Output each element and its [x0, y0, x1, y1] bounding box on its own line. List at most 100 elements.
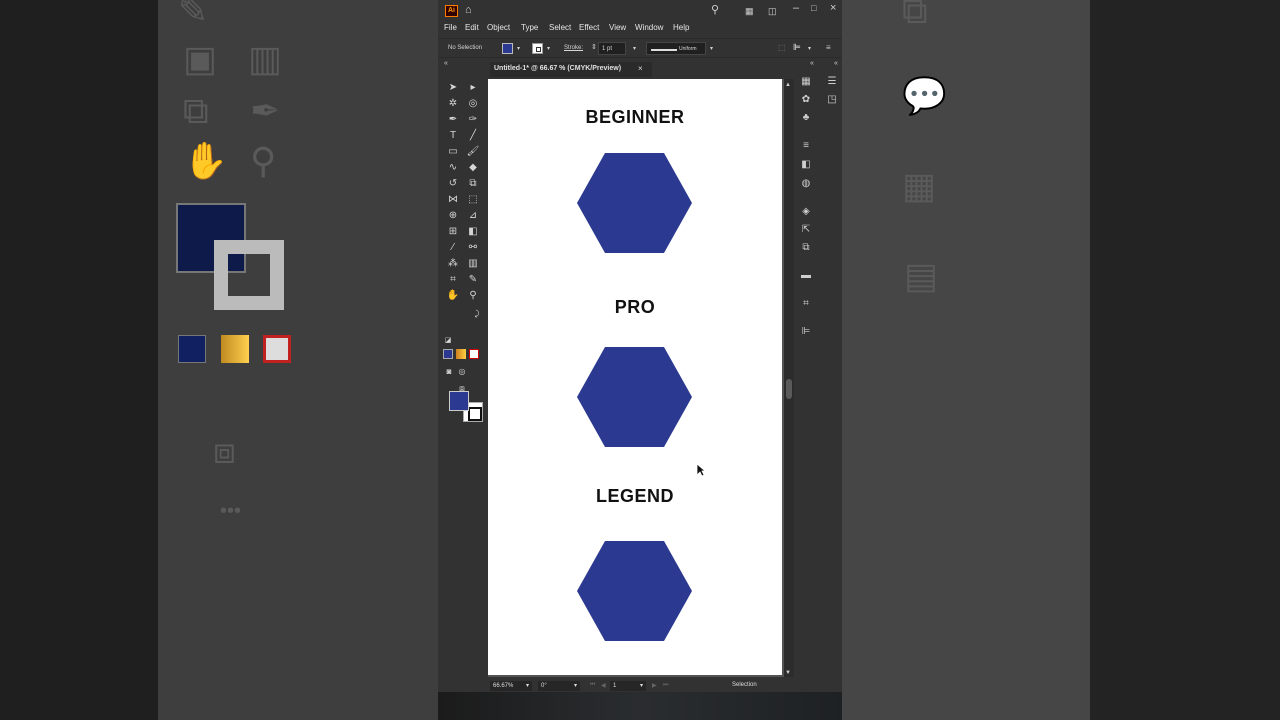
collapse-dock-icon[interactable]: «: [810, 58, 814, 70]
menu-select[interactable]: Select: [549, 23, 571, 32]
canvas[interactable]: BEGINNER PRO LEGEND ▲ ▼: [488, 79, 794, 677]
scroll-up-icon[interactable]: ▲: [785, 79, 791, 91]
hexagon-legend[interactable]: [577, 541, 692, 641]
transform-icon[interactable]: ⬚: [778, 43, 786, 52]
artboard[interactable]: BEGINNER PRO LEGEND: [488, 79, 782, 675]
align-icon[interactable]: ⊫: [793, 42, 801, 53]
blend-tool-icon[interactable]: ⚯: [465, 241, 481, 255]
menu-window[interactable]: Window: [635, 23, 663, 32]
fill-swatch[interactable]: [502, 43, 513, 54]
hand-tool-icon[interactable]: ✋: [445, 289, 461, 303]
gradient-panel-icon[interactable]: ◧: [799, 158, 813, 172]
transparency-panel-icon[interactable]: ◍: [799, 177, 813, 191]
workspace-icon[interactable]: ◫: [768, 5, 777, 17]
libraries-panel-icon[interactable]: ◳: [825, 93, 839, 107]
collapse-toolbar-icon[interactable]: «: [444, 58, 448, 70]
rectangle-tool-icon[interactable]: ▭: [445, 145, 461, 159]
shaper-tool-icon[interactable]: ∿: [445, 161, 461, 175]
menu-view[interactable]: View: [609, 23, 626, 32]
eyedropper-tool-icon[interactable]: ⁄: [445, 241, 461, 255]
stroke-swatch[interactable]: [532, 43, 543, 54]
artboards-panel-icon[interactable]: ⌗: [799, 297, 813, 311]
zoom-tool-icon[interactable]: ⚲: [465, 289, 481, 303]
line-tool-icon[interactable]: ╱: [465, 129, 481, 143]
home-icon[interactable]: ⌂: [465, 4, 472, 16]
type-tool-icon[interactable]: T: [445, 129, 461, 143]
graph-tool-icon[interactable]: ▥: [465, 257, 481, 271]
menu-edit[interactable]: Edit: [465, 23, 479, 32]
paintbrush-tool-icon[interactable]: 🖌: [465, 145, 481, 159]
collapse-dock2-icon[interactable]: «: [834, 58, 838, 70]
width-tool-icon[interactable]: ⋈: [445, 193, 461, 207]
stroke-panel-icon[interactable]: ≡: [799, 139, 813, 153]
menu-file[interactable]: File: [444, 23, 457, 32]
menu-object[interactable]: Object: [487, 23, 510, 32]
rotate-tool-icon[interactable]: ↺: [445, 177, 461, 191]
scroll-thumb[interactable]: [786, 379, 792, 399]
direct-selection-tool-icon[interactable]: ▸: [465, 81, 481, 95]
close-tab-icon[interactable]: ×: [638, 64, 643, 73]
last-artboard-icon[interactable]: ⏭: [663, 682, 668, 689]
magic-wand-tool-icon[interactable]: ✲: [445, 97, 461, 111]
stroke-weight-field[interactable]: 1 pt: [598, 42, 626, 55]
profile-dropdown-icon[interactable]: ▾: [710, 45, 713, 52]
menu-type[interactable]: Type: [521, 23, 538, 32]
menu-effect[interactable]: Effect: [579, 23, 599, 32]
fill-color-box[interactable]: [449, 391, 469, 411]
none-mode-icon[interactable]: [469, 349, 479, 359]
panel-menu-icon[interactable]: ≡: [826, 43, 831, 52]
stroke-label[interactable]: Stroke:: [564, 45, 583, 51]
layers-panel-icon[interactable]: ◈: [799, 205, 813, 219]
mesh-tool-icon[interactable]: ⊞: [445, 225, 461, 239]
scroll-down-icon[interactable]: ▼: [785, 667, 791, 679]
selection-tool-icon[interactable]: ➤: [445, 81, 461, 95]
gradient-tool-icon[interactable]: ◧: [465, 225, 481, 239]
close-window-icon[interactable]: ×: [830, 2, 836, 14]
artboard-tool-icon[interactable]: ⌗: [445, 273, 461, 287]
lasso-tool-icon[interactable]: ◎: [465, 97, 481, 111]
shape-builder-tool-icon[interactable]: ⊕: [445, 209, 461, 223]
pathfinder-panel-icon[interactable]: ⧉: [799, 241, 813, 255]
default-colors-icon[interactable]: ◪: [440, 334, 456, 348]
pen-tool-icon[interactable]: ✒: [445, 113, 461, 127]
hexagon-pro[interactable]: [577, 347, 692, 447]
minimize-icon[interactable]: –: [793, 2, 799, 14]
swap-fill-stroke-icon[interactable]: ⤸: [469, 307, 485, 321]
variable-width-profile[interactable]: Uniform: [646, 42, 706, 55]
symbol-sprayer-tool-icon[interactable]: ⁂: [445, 257, 461, 271]
rotation-dropdown-icon[interactable]: ▾: [574, 682, 577, 689]
comments-panel-icon[interactable]: ▬: [799, 269, 813, 283]
color-mode-icon[interactable]: [443, 349, 453, 359]
swatches-panel-icon[interactable]: ▦: [799, 75, 813, 89]
prev-artboard-icon[interactable]: ◀: [601, 682, 606, 689]
arrange-documents-icon[interactable]: ▦: [745, 5, 754, 17]
stroke-weight-dropdown-icon[interactable]: ▾: [633, 45, 636, 52]
properties-panel-icon[interactable]: ☰: [825, 75, 839, 89]
eraser-tool-icon[interactable]: ◆: [465, 161, 481, 175]
align-dropdown-icon[interactable]: ▾: [808, 45, 811, 52]
menu-help[interactable]: Help: [673, 23, 689, 32]
fill-dropdown-icon[interactable]: ▾: [517, 45, 520, 52]
document-tab[interactable]: Untitled-1* @ 66.67 % (CMYK/Preview) ×: [490, 62, 652, 77]
artboard-dropdown-icon[interactable]: ▾: [640, 682, 643, 689]
export-panel-icon[interactable]: ⇱: [799, 223, 813, 237]
slice-tool-icon[interactable]: ✎: [465, 273, 481, 287]
gradient-mode-icon[interactable]: [456, 349, 466, 359]
maximize-icon[interactable]: □: [811, 2, 816, 14]
first-artboard-icon[interactable]: ⏮: [590, 682, 595, 689]
symbols-panel-icon[interactable]: ♣: [799, 111, 813, 125]
align-panel-icon[interactable]: ⊫: [799, 325, 813, 339]
perspective-grid-tool-icon[interactable]: ⊿: [465, 209, 481, 223]
curvature-tool-icon[interactable]: ✑: [465, 113, 481, 127]
search-icon[interactable]: ⚲: [711, 4, 719, 16]
zoom-dropdown-icon[interactable]: ▾: [526, 682, 529, 689]
brushes-panel-icon[interactable]: ✿: [799, 93, 813, 107]
stroke-stepper-icon[interactable]: ⇕: [591, 43, 597, 51]
next-artboard-icon[interactable]: ▶: [652, 682, 657, 689]
hexagon-beginner[interactable]: [577, 153, 692, 253]
free-transform-tool-icon[interactable]: ⬚: [465, 193, 481, 207]
draw-behind-icon[interactable]: ◎: [454, 365, 470, 379]
scale-tool-icon[interactable]: ⧉: [465, 177, 481, 191]
stroke-dropdown-icon[interactable]: ▾: [547, 45, 550, 52]
vertical-scrollbar[interactable]: ▲ ▼: [784, 79, 794, 677]
